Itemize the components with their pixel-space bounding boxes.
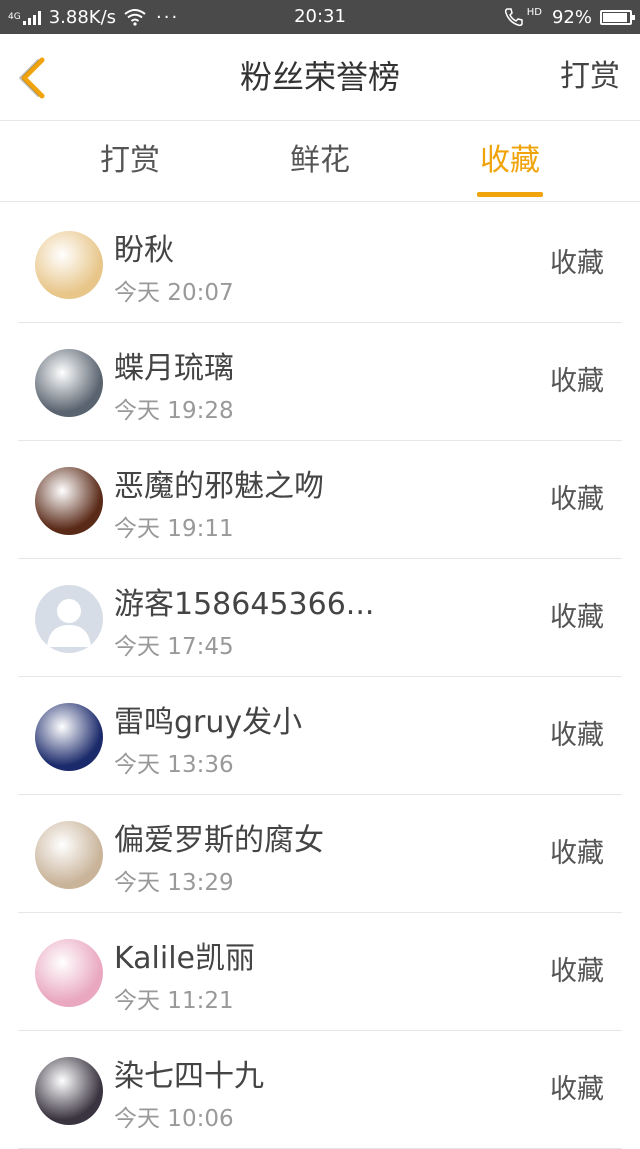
list-item[interactable]: 盼秋 今天 20:07 收藏	[18, 205, 622, 323]
avatar[interactable]	[35, 349, 103, 417]
item-time: 今天 13:36	[114, 752, 234, 778]
user-name: Kalile凯丽	[114, 941, 255, 976]
hd-badge: HD	[526, 6, 542, 18]
item-action: 收藏	[550, 1074, 604, 1105]
list-item[interactable]: 蝶月琉璃 今天 19:28 收藏	[18, 323, 622, 441]
list-item[interactable]: 恶魔的邪魅之吻 今天 19:11 收藏	[18, 441, 622, 559]
item-action: 收藏	[550, 956, 604, 987]
user-name: 蝶月琉璃	[114, 351, 234, 386]
user-name: 盼秋	[114, 233, 174, 268]
user-name: 游客158645366...	[114, 587, 375, 622]
item-action: 收藏	[550, 838, 604, 869]
item-time: 今天 11:21	[114, 988, 234, 1014]
avatar[interactable]	[35, 821, 103, 889]
item-time: 今天 10:06	[114, 1106, 234, 1132]
item-time: 今天 19:28	[114, 398, 234, 424]
fan-list: 盼秋 今天 20:07 收藏 蝶月琉璃 今天 19:28 收藏 恶魔的邪魅之吻 …	[0, 205, 640, 1149]
list-item[interactable]: Kalile凯丽 今天 11:21 收藏	[18, 913, 622, 1031]
avatar[interactable]	[35, 1057, 103, 1125]
list-item[interactable]: 游客158645366... 今天 17:45 收藏	[18, 559, 622, 677]
battery-icon	[600, 9, 635, 25]
avatar[interactable]	[35, 467, 103, 535]
item-action: 收藏	[550, 248, 604, 279]
user-name: 染七四十九	[114, 1059, 264, 1094]
tab-bar: 打赏 鲜花 收藏	[0, 121, 640, 202]
avatar[interactable]	[35, 231, 103, 299]
item-time: 今天 17:45	[114, 634, 234, 660]
default-user-icon	[35, 585, 103, 653]
item-time: 今天 20:07	[114, 280, 234, 306]
avatar[interactable]	[35, 939, 103, 1007]
list-item[interactable]: 雷鸣gruy发小 今天 13:36 收藏	[18, 677, 622, 795]
tab-favorites[interactable]: 收藏	[430, 121, 590, 201]
item-time: 今天 19:11	[114, 516, 234, 542]
active-tab-indicator	[477, 192, 543, 197]
battery-percent: 92%	[551, 6, 592, 28]
item-action: 收藏	[550, 366, 604, 397]
user-name: 恶魔的邪魅之吻	[114, 469, 324, 504]
item-action: 收藏	[550, 720, 604, 751]
item-time: 今天 13:29	[114, 870, 234, 896]
tab-reward[interactable]: 打赏	[50, 121, 210, 201]
status-bar: 4G 3.88K/s ··· 20:31 HD 92%	[0, 0, 640, 34]
status-right: HD 92%	[503, 0, 635, 34]
page-title: 粉丝荣誉榜	[239, 58, 400, 96]
top-navbar: 粉丝荣誉榜 打赏	[0, 34, 640, 121]
avatar[interactable]	[35, 703, 103, 771]
item-action: 收藏	[550, 602, 604, 633]
user-name: 雷鸣gruy发小	[114, 705, 303, 740]
avatar[interactable]	[35, 585, 103, 653]
list-item[interactable]: 染七四十九 今天 10:06 收藏	[18, 1031, 622, 1149]
reward-button[interactable]: 打赏	[560, 34, 620, 120]
list-item[interactable]: 偏爱罗斯的腐女 今天 13:29 收藏	[18, 795, 622, 913]
item-action: 收藏	[550, 484, 604, 515]
call-icon	[504, 8, 523, 27]
tab-flowers[interactable]: 鲜花	[240, 121, 400, 201]
user-name: 偏爱罗斯的腐女	[114, 823, 324, 858]
